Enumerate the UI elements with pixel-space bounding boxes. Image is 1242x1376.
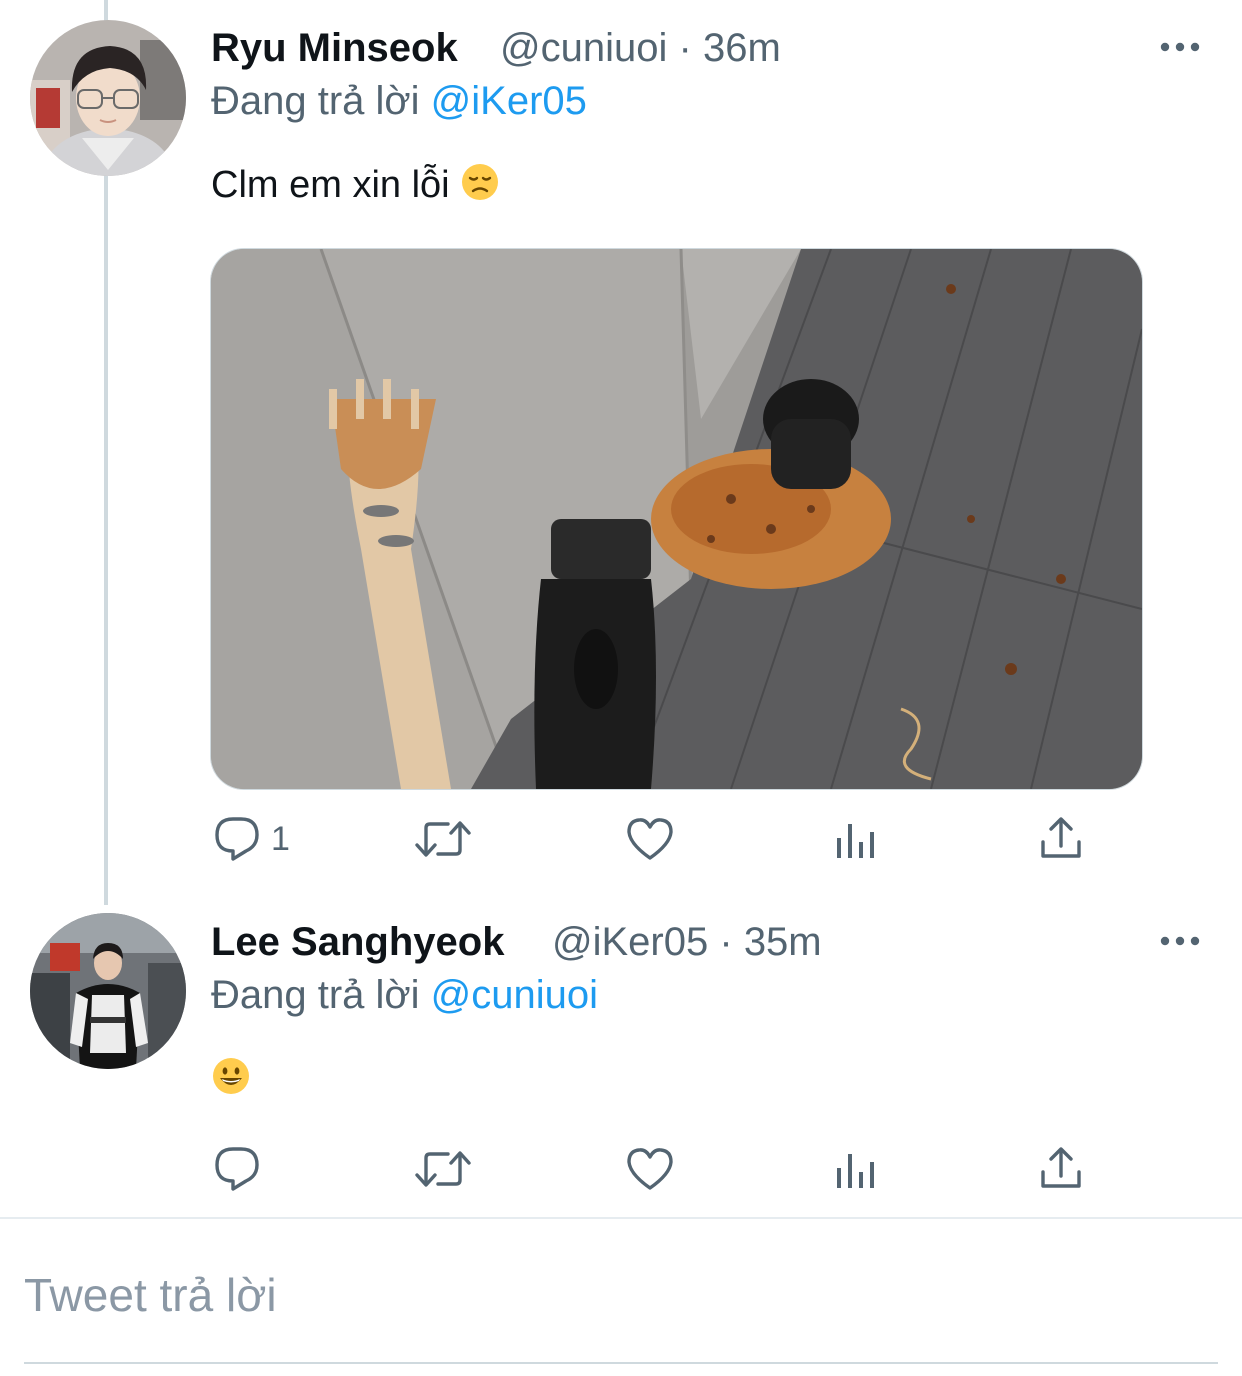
avatar-lee-sanghyeok[interactable] (30, 913, 186, 1069)
more-options-icon[interactable] (1160, 40, 1200, 54)
reply-input-placeholder[interactable]: Tweet trả lời (24, 1268, 277, 1322)
avatar-ryu-minseok[interactable] (30, 20, 186, 176)
retweet-icon (415, 1151, 471, 1187)
reply-composer[interactable]: Tweet trả lời (24, 1240, 1218, 1364)
reply-button[interactable]: 1 (213, 816, 290, 862)
share-button[interactable] (1040, 816, 1082, 860)
tweet-body: Clm em xin lỗi (211, 162, 500, 212)
reply-box-divider (0, 1217, 1242, 1219)
author-handle[interactable]: @cuniuoi (500, 26, 667, 70)
replying-prefix: Đang trả lời (211, 79, 420, 123)
retweet-button[interactable] (414, 818, 472, 860)
meta-separator: · (719, 920, 733, 964)
replying-prefix: Đang trả lời (211, 973, 420, 1017)
reply-icon (215, 817, 259, 861)
heart-icon (627, 1148, 673, 1190)
author-handle[interactable]: @iKer05 (552, 920, 708, 964)
analytics-icon (837, 824, 874, 858)
disappointed-face-icon (460, 162, 500, 212)
tweet-timestamp[interactable]: 35m (744, 920, 822, 964)
analytics-button[interactable] (836, 818, 876, 860)
share-button[interactable] (1040, 1146, 1082, 1190)
author-name[interactable]: Ryu Minseok (211, 26, 458, 71)
analytics-icon (837, 1154, 874, 1188)
retweet-icon (415, 821, 471, 857)
retweet-button[interactable] (414, 1148, 472, 1190)
meta-separator: · (678, 26, 692, 70)
replying-to: Đang trả lời @iKer05 (211, 79, 587, 124)
share-icon (1041, 1147, 1081, 1188)
author-name[interactable]: Lee Sanghyeok (211, 920, 504, 965)
tweet-body (211, 1056, 251, 1106)
like-button[interactable] (626, 817, 674, 861)
reply-count: 1 (271, 819, 290, 858)
grinning-face-icon (211, 1056, 251, 1106)
reply-input-underline (24, 1362, 1218, 1364)
tweet-text: Clm em xin lỗi (211, 164, 450, 207)
tweet-timestamp[interactable]: 36m (703, 26, 781, 70)
reply-button[interactable] (213, 1146, 261, 1192)
heart-icon (627, 818, 673, 860)
analytics-button[interactable] (836, 1148, 876, 1190)
author-meta: @iKer05 · 35m (552, 920, 822, 965)
replying-to: Đang trả lời @cuniuoi (211, 973, 598, 1018)
tweet-media-image[interactable] (210, 248, 1143, 790)
replying-mention-link[interactable]: @cuniuoi (431, 973, 598, 1017)
more-options-icon[interactable] (1160, 934, 1200, 948)
author-meta: @cuniuoi · 36m (500, 26, 781, 71)
like-button[interactable] (626, 1147, 674, 1191)
reply-icon (215, 1147, 259, 1191)
share-icon (1041, 817, 1081, 858)
replying-mention-link[interactable]: @iKer05 (431, 79, 587, 123)
